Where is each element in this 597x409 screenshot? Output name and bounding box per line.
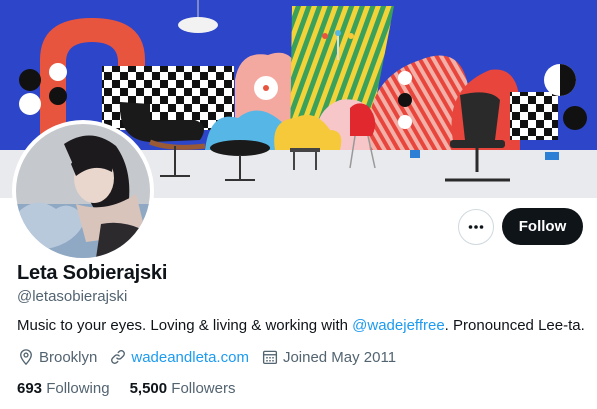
profile-handle: @letasobierajski — [17, 288, 128, 305]
location-pin-icon — [20, 349, 32, 366]
website-item[interactable]: wadeandleta.com — [109, 348, 249, 366]
followers-count: 5,500 — [129, 380, 168, 397]
bio-text-end: . Pronounced Lee-ta. — [444, 317, 585, 334]
calendar-icon — [262, 350, 277, 365]
following-stat[interactable]: 693 Following — [17, 380, 110, 397]
more-horizontal-icon — [468, 225, 484, 229]
website-link[interactable]: wadeandleta.com — [131, 349, 249, 366]
location-text: Brooklyn — [39, 348, 98, 366]
avatar-image — [16, 124, 150, 258]
link-icon — [111, 350, 126, 364]
followers-stat[interactable]: 5,500 Followers — [130, 380, 236, 397]
followers-label: Followers — [171, 380, 236, 397]
location-item: Brooklyn — [17, 348, 97, 366]
profile-meta: Brooklyn wadeandleta.com Joined May 2011 — [17, 348, 408, 366]
following-label: Following — [46, 380, 110, 397]
profile-avatar[interactable] — [12, 120, 154, 262]
bio-text-start: Music to your eyes. Loving & living & wo… — [17, 317, 353, 334]
joined-text: Joined May 2011 — [282, 348, 397, 366]
joined-item: Joined May 2011 — [261, 348, 396, 366]
profile-name: Leta Sobierajski — [17, 262, 168, 284]
following-count: 693 — [17, 380, 43, 397]
bio-mention-link[interactable]: @wadejeffree — [352, 317, 445, 334]
follow-button[interactable]: Follow — [502, 208, 583, 245]
more-options-button[interactable] — [458, 209, 494, 245]
profile-stats: 693 Following 5,500 Followers — [17, 380, 255, 397]
profile-bio: Music to your eyes. Loving & living & wo… — [17, 317, 585, 334]
